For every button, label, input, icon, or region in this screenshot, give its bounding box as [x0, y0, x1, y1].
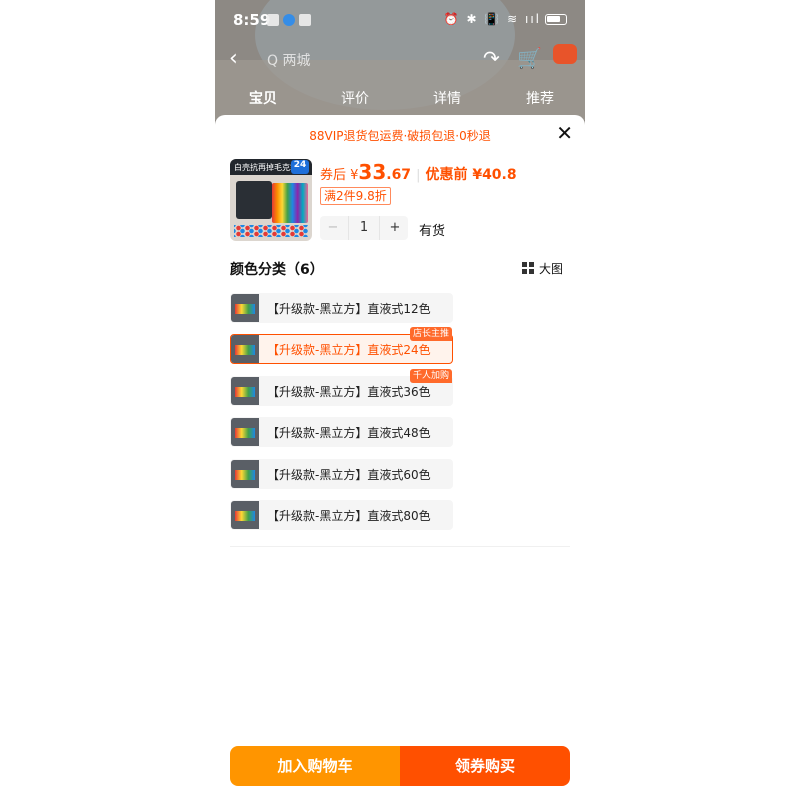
status-icons: ⏰ ✱ 📳 ≋ ııl — [444, 12, 567, 26]
buy-button[interactable]: 领券购买 — [400, 746, 570, 786]
color-option[interactable]: 【升级款-黑立方】直液式36色 千人加购 — [230, 369, 453, 406]
back-icon[interactable]: ‹ — [229, 46, 238, 71]
thumbnail-swatches — [234, 225, 308, 237]
option-badge: 千人加购 — [409, 369, 452, 383]
option-label: 【升级款-黑立方】直液式60色 — [267, 468, 431, 482]
color-option[interactable]: 【升级款-黑立方】直液式12色 — [230, 293, 453, 323]
original-price: 优惠前 ¥40.8 — [425, 167, 517, 183]
battery-icon — [545, 14, 567, 25]
grid-icon — [521, 262, 534, 274]
background-product-page: 8:59 ⏰ ✱ 📳 ≋ ııl ‹ Q 两城 ↷ 🛒 宝贝 评价 详情 推荐 — [215, 0, 585, 125]
color-section-title: 颜色分类（6） — [230, 262, 324, 278]
add-to-cart-button[interactable]: 加入购物车 — [230, 746, 400, 786]
message-icon[interactable] — [553, 44, 577, 64]
search-input[interactable]: Q 两城 — [267, 50, 310, 70]
status-time: 8:59 — [233, 11, 271, 29]
tab-product[interactable]: 宝贝 — [249, 88, 277, 108]
status-bar: 8:59 ⏰ ✱ 📳 ≋ ııl — [215, 0, 585, 40]
color-option[interactable]: 【升级款-黑立方】直液式60色 — [230, 459, 453, 489]
price-decimal: .67 — [386, 167, 412, 183]
thumbnail-pen-case — [236, 181, 272, 219]
big-view-label: 大图 — [538, 262, 563, 276]
option-label: 【升级款-黑立方】直液式12色 — [267, 302, 431, 316]
product-thumbnail[interactable]: 白壳抗再掉毛克笔 24 — [230, 159, 312, 241]
app-notification-icon — [283, 14, 295, 26]
option-thumbnail — [231, 335, 259, 363]
option-thumbnail — [231, 460, 259, 488]
quantity-minus-button[interactable]: − — [320, 216, 346, 240]
quantity-value[interactable]: 1 — [348, 216, 380, 240]
tab-reviews[interactable]: 评价 — [341, 88, 369, 108]
option-label: 【升级款-黑立方】直液式36色 — [267, 385, 431, 399]
option-thumbnail — [231, 418, 259, 446]
sku-sheet: 88VIP退货包运费·破损包退·0秒退 ✕ 白壳抗再掉毛克笔 24 券后 ¥33… — [215, 115, 585, 800]
color-option[interactable]: 【升级款-黑立方】直液式48色 — [230, 417, 453, 447]
price-line: 券后 ¥33.67 | 优惠前 ¥40.8 — [320, 160, 517, 184]
divider — [230, 546, 570, 547]
top-nav: ‹ Q 两城 ↷ 🛒 — [215, 42, 585, 78]
tab-details[interactable]: 详情 — [433, 88, 461, 108]
product-tabs: 宝贝 评价 详情 推荐 — [215, 84, 585, 112]
option-thumbnail — [231, 294, 259, 322]
stock-status: 有货 — [419, 224, 446, 239]
cart-icon[interactable]: 🛒 — [517, 46, 542, 70]
tab-recommend[interactable]: 推荐 — [526, 88, 554, 108]
option-label: 【升级款-黑立方】直液式24色 — [267, 343, 431, 357]
option-label: 【升级款-黑立方】直液式80色 — [267, 509, 431, 523]
phone-screen: 8:59 ⏰ ✱ 📳 ≋ ııl ‹ Q 两城 ↷ 🛒 宝贝 评价 详情 推荐 … — [215, 0, 585, 800]
option-thumbnail — [231, 501, 259, 529]
color-option[interactable]: 【升级款-黑立方】直液式80色 — [230, 500, 453, 530]
price-integer: 33 — [358, 160, 387, 184]
notification-icon — [267, 14, 279, 26]
price-separator: | — [416, 168, 421, 183]
close-icon[interactable]: ✕ — [556, 123, 573, 143]
option-thumbnail — [231, 377, 259, 405]
nfc-icon — [299, 14, 311, 26]
share-icon[interactable]: ↷ — [483, 46, 500, 70]
color-option-selected[interactable]: 【升级款-黑立方】直液式24色 店长主推 — [230, 327, 453, 364]
thumbnail-count-badge: 24 — [291, 160, 309, 174]
option-badge: 店长主推 — [409, 327, 452, 341]
option-label: 【升级款-黑立方】直液式48色 — [267, 426, 431, 440]
quantity-plus-button[interactable]: + — [382, 216, 408, 240]
thumbnail-pens — [272, 183, 308, 223]
discount-tag: 满2件9.8折 — [320, 187, 391, 205]
big-view-button[interactable]: 大图 — [521, 260, 563, 277]
price-prefix: 券后 ¥ — [320, 168, 359, 183]
promo-text: 88VIP退货包运费·破损包退·0秒退 — [309, 129, 491, 143]
quantity-stepper: − 1 + — [320, 216, 408, 240]
